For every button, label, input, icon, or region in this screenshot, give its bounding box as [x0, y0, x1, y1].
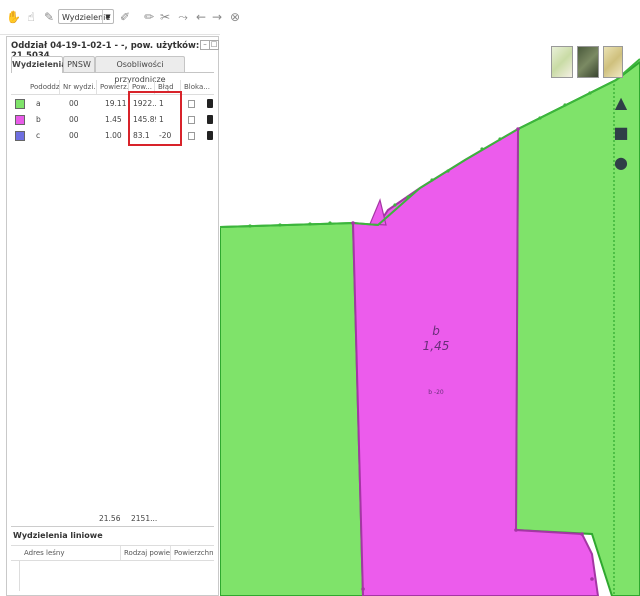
total-pow: 2151... — [131, 514, 158, 523]
cell-powierzchnia: 19.11 — [105, 99, 127, 108]
pointer-icon[interactable]: ☝ — [24, 10, 38, 24]
location-pin-icon[interactable]: ● — [612, 152, 630, 174]
table-header: Pododdział Nr wydzi... Powierz... Pow...… — [11, 80, 214, 95]
close-circle-icon[interactable]: ⊗ — [228, 10, 242, 24]
tab-osobliwosci[interactable]: Osobliwości przyrodnicze — [95, 56, 185, 84]
color-swatch — [15, 131, 25, 141]
cell-pododdzial: a — [36, 99, 41, 108]
map-layer-thumbnail[interactable] — [551, 46, 573, 78]
scrollbar[interactable] — [11, 561, 20, 591]
tab-wydzielenia[interactable]: Wydzielenia — [11, 56, 67, 73]
cell-nr: 00 — [69, 99, 79, 108]
mode-select[interactable]: Wydzielenie ▼ — [58, 9, 114, 24]
lock-checkbox[interactable] — [188, 116, 195, 124]
table-row[interactable]: c 00 1.00 83.1 -20 — [11, 129, 214, 143]
table-row[interactable]: a 00 19.11 1922... 1 — [11, 97, 214, 111]
trash-icon[interactable] — [207, 115, 213, 124]
toolbar: ✋ ☝ ✎ Wydzielenie ▼ ✐ ✏ ✂ ⤳ ← → ⊗ — [0, 0, 640, 35]
total-powierzchnia: 21.56 — [99, 514, 121, 523]
column-header[interactable]: Rodzaj powierzc... — [121, 546, 171, 560]
cell-pododdzial: c — [36, 131, 41, 140]
linear-divisions-title: Wydzielenia liniowe — [13, 531, 103, 540]
trash-icon[interactable] — [207, 99, 213, 108]
color-swatch — [15, 99, 25, 109]
map-canvas[interactable]: b 1,45 b -20 ▲ ■ ● — [220, 34, 640, 596]
column-header[interactable]: Powierzchnia — [171, 546, 214, 560]
cell-pododdzial: b — [36, 115, 41, 124]
hand-icon[interactable]: ✋ — [6, 10, 21, 24]
tab-pnsw[interactable]: PNSW — [63, 56, 95, 72]
parcel-a-left — [220, 221, 365, 596]
tab-bar: Wydzielenia PNSW Osobliwości przyrodnicz… — [11, 56, 214, 84]
column-header[interactable]: Pododdział — [27, 80, 60, 94]
column-header[interactable]: Powierz... — [97, 80, 129, 94]
pencil-icon[interactable]: ✏ — [142, 10, 156, 24]
merge-icon[interactable]: ⤳ — [176, 10, 190, 24]
tree-icon[interactable]: ▲ — [612, 92, 630, 114]
cell-powierzchnia: 1.00 — [105, 131, 122, 140]
cell-nr: 00 — [69, 115, 79, 124]
map-polygons — [220, 58, 640, 596]
color-swatch — [15, 115, 25, 125]
column-header[interactable]: Bloka... — [181, 80, 214, 94]
division-panel: Oddział 04-19-1-02-1 - -, pow. użytków: … — [6, 36, 219, 596]
orthophoto-layer-thumbnail[interactable] — [577, 46, 599, 78]
parcel-label-error: b -20 — [428, 389, 444, 396]
building-icon[interactable]: ■ — [612, 122, 630, 144]
parcel-label-name: b — [432, 324, 440, 338]
trash-icon[interactable] — [207, 131, 213, 140]
table-row[interactable]: b 00 1.45 145.89 1 — [11, 113, 214, 127]
column-header[interactable]: Nr wydzi... — [60, 80, 97, 94]
arrow-left-icon[interactable]: ← — [194, 10, 208, 24]
cell-powierzchnia: 1.45 — [105, 115, 122, 124]
linear-divisions-section: Wydzielenia liniowe Adres leśny Rodzaj p… — [11, 526, 214, 593]
restore-icon[interactable]: □ — [209, 40, 219, 50]
edit-icon[interactable]: ✐ — [118, 10, 132, 24]
chevron-down-icon: ▼ — [102, 10, 113, 23]
topo-layer-thumbnail[interactable] — [603, 46, 623, 78]
linear-table-header: Adres leśny Rodzaj powierzc... Powierzch… — [11, 545, 214, 561]
lock-checkbox[interactable] — [188, 132, 195, 140]
brush-icon[interactable]: ✎ — [42, 10, 56, 24]
cell-nr: 00 — [69, 131, 79, 140]
cut-icon[interactable]: ✂ — [158, 10, 172, 24]
lock-checkbox[interactable] — [188, 100, 195, 108]
arrow-right-icon[interactable]: → — [210, 10, 224, 24]
column-header[interactable]: Adres leśny — [21, 546, 121, 560]
parcel-label-area: 1,45 — [422, 339, 450, 353]
highlight-box — [128, 91, 182, 146]
